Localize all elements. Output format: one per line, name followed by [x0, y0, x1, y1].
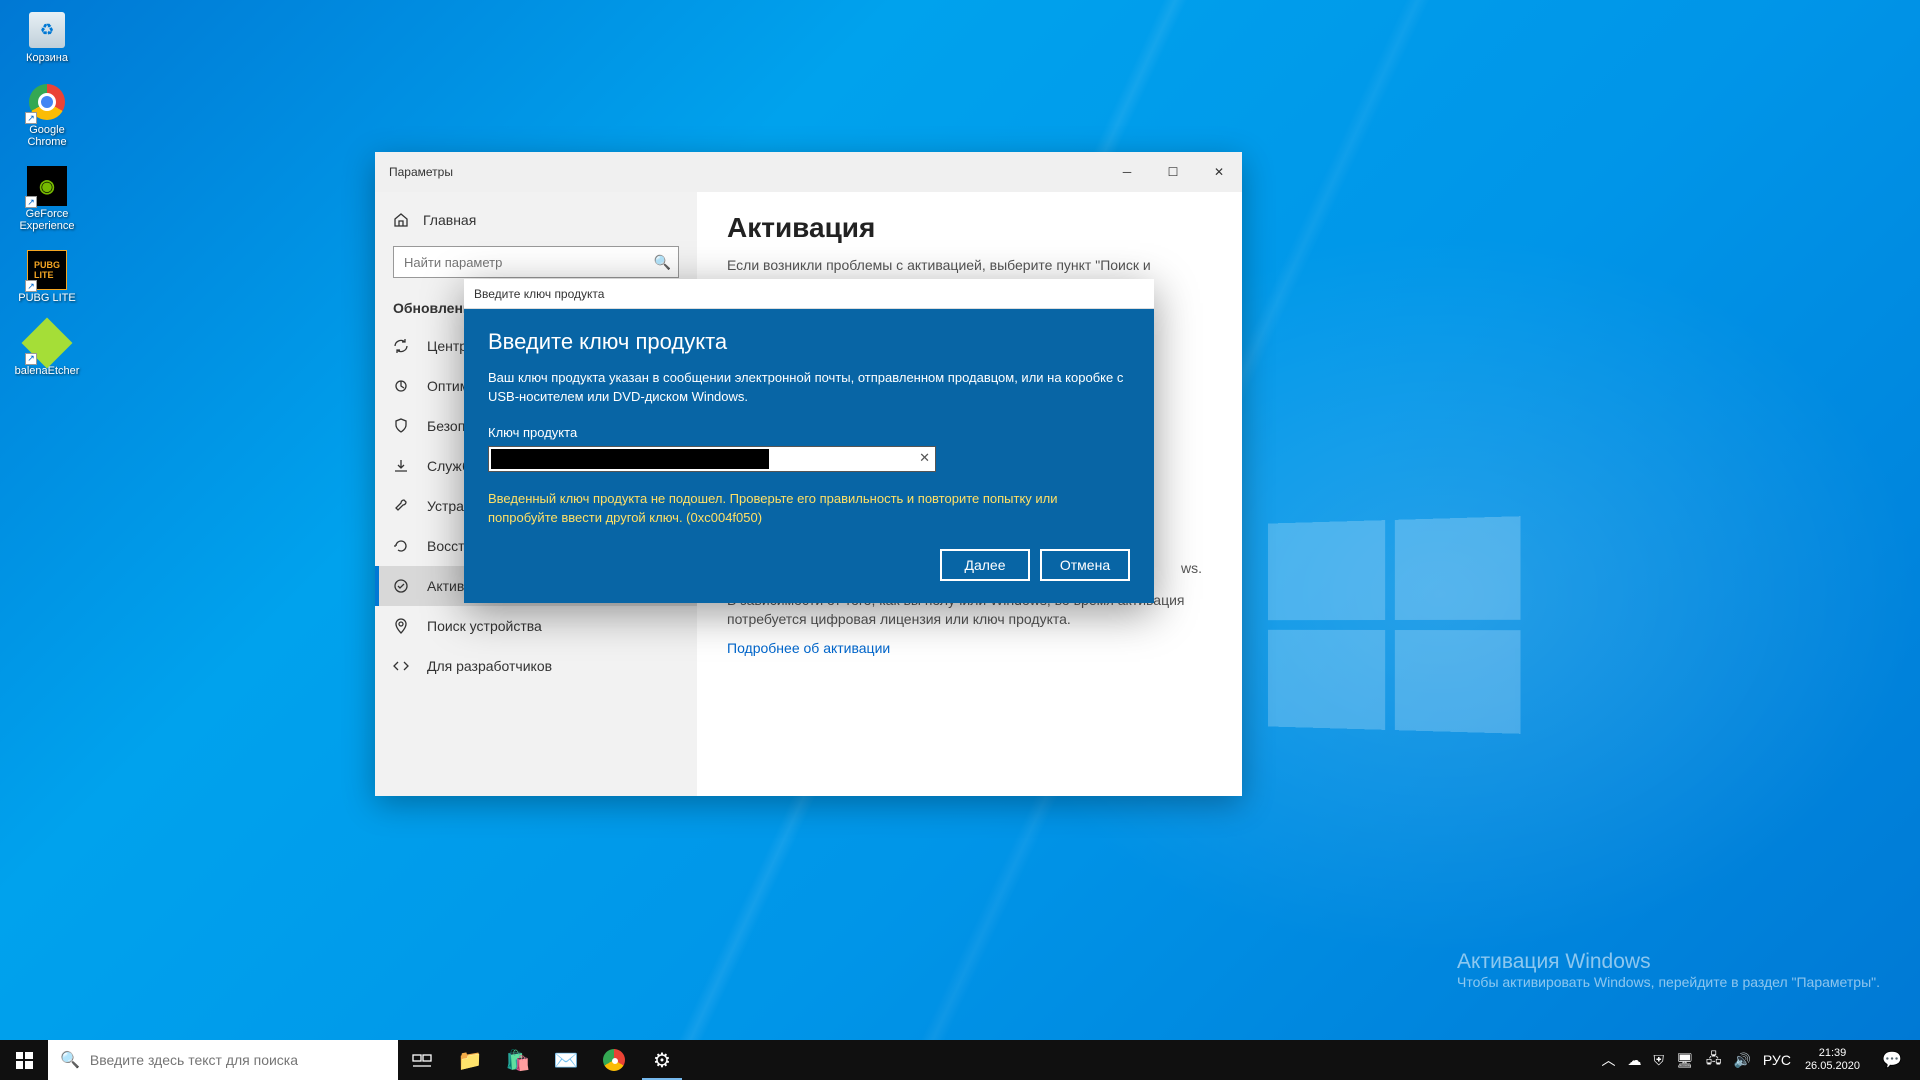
- notification-icon: 💬: [1882, 1050, 1902, 1070]
- taskbar-search[interactable]: 🔍: [48, 1040, 398, 1080]
- gear-icon: ⚙: [653, 1048, 671, 1073]
- shortcut-arrow-icon: ↗: [25, 196, 37, 208]
- recycle-bin-icon: [29, 12, 65, 48]
- content-heading: Активация: [727, 212, 1212, 244]
- shield-icon: [393, 418, 409, 434]
- nav-label: Поиск устройства: [427, 618, 542, 634]
- store-icon: 🛍️: [506, 1048, 531, 1073]
- taskbar-store[interactable]: 🛍️: [494, 1040, 542, 1080]
- taskbar-search-input[interactable]: [90, 1052, 386, 1068]
- dialog-heading: Введите ключ продукта: [488, 329, 1130, 355]
- redacted-key: [491, 449, 769, 469]
- windows-icon: [16, 1052, 33, 1069]
- sidebar-home[interactable]: Главная: [375, 202, 697, 238]
- shortcut-arrow-icon: ↗: [25, 112, 37, 124]
- tray-language[interactable]: РУС: [1757, 1040, 1797, 1080]
- location-icon: [393, 618, 409, 634]
- sidebar-item-developers[interactable]: Для разработчиков: [375, 646, 697, 686]
- code-icon: [393, 658, 409, 674]
- shield-icon: ⛨: [1654, 1052, 1665, 1069]
- shortcut-arrow-icon: ↗: [25, 353, 37, 365]
- recovery-icon: [393, 538, 409, 554]
- watermark-title: Активация Windows: [1457, 950, 1880, 974]
- taskbar: 🔍 📁 🛍️ ✉️ ⚙ ︿ ☁ ⛨ 🖥 🖧 🔊 РУС 21:39 26.05.…: [0, 1040, 1920, 1080]
- clock-date: 26.05.2020: [1805, 1060, 1860, 1073]
- tray-network[interactable]: 🖧: [1700, 1040, 1728, 1080]
- search-icon: 🔍: [654, 254, 671, 271]
- watermark-subtitle: Чтобы активировать Windows, перейдите в …: [1457, 974, 1880, 990]
- icon-label: GeForce Experience: [10, 208, 84, 232]
- language-indicator: РУС: [1763, 1052, 1791, 1068]
- network-icon: 🖧: [1706, 1048, 1722, 1072]
- dialog-titlebar[interactable]: Введите ключ продукта: [464, 279, 1154, 309]
- next-button[interactable]: Далее: [940, 549, 1030, 581]
- desktop-icon-recycle-bin[interactable]: Корзина: [10, 10, 84, 64]
- system-tray: ︿ ☁ ⛨ 🖥 🖧 🔊 РУС 21:39 26.05.2020 💬: [1596, 1040, 1920, 1080]
- home-icon: [393, 212, 409, 228]
- wrench-icon: [393, 498, 409, 514]
- nav-label: Для разработчиков: [427, 658, 552, 674]
- dialog-body-text: Ваш ключ продукта указан в сообщении эле…: [488, 369, 1130, 407]
- volume-icon: 🔊: [1733, 1052, 1750, 1069]
- activation-watermark: Активация Windows Чтобы активировать Win…: [1457, 950, 1880, 990]
- desktop-icons: Корзина ↗ Google Chrome ◉↗ GeForce Exper…: [10, 10, 84, 377]
- product-key-dialog: Введите ключ продукта Введите ключ проду…: [464, 279, 1154, 603]
- tray-volume[interactable]: 🔊: [1727, 1040, 1756, 1080]
- desktop-icon-chrome[interactable]: ↗ Google Chrome: [10, 82, 84, 148]
- tray-clock[interactable]: 21:39 26.05.2020: [1797, 1047, 1868, 1073]
- chevron-up-icon: ︿: [1602, 1050, 1616, 1070]
- sidebar-home-label: Главная: [423, 212, 476, 228]
- task-view-button[interactable]: [398, 1040, 446, 1080]
- start-button[interactable]: [0, 1040, 48, 1080]
- tray-chevron[interactable]: ︿: [1596, 1040, 1622, 1080]
- content-paragraph: Если возникли проблемы с активацией, выб…: [727, 256, 1212, 276]
- maximize-button[interactable]: ☐: [1150, 152, 1196, 192]
- minimize-button[interactable]: ─: [1104, 152, 1150, 192]
- close-button[interactable]: ✕: [1196, 152, 1242, 192]
- taskbar-explorer[interactable]: 📁: [446, 1040, 494, 1080]
- partial-text: ws.: [1181, 560, 1202, 576]
- product-key-label: Ключ продукта: [488, 425, 1130, 440]
- task-view-icon: [412, 1052, 432, 1068]
- action-center-button[interactable]: 💬: [1868, 1040, 1916, 1080]
- window-title: Параметры: [389, 165, 453, 179]
- taskbar-settings[interactable]: ⚙: [638, 1040, 686, 1080]
- icon-label: Google Chrome: [10, 124, 84, 148]
- settings-search[interactable]: 🔍: [393, 246, 679, 278]
- desktop-icon-pubg[interactable]: PUBGLITE↗ PUBG LITE: [10, 250, 84, 304]
- desktop-icon-etcher[interactable]: ↗ balenaEtcher: [10, 323, 84, 377]
- titlebar[interactable]: Параметры ─ ☐ ✕: [375, 152, 1242, 192]
- icon-label: Корзина: [26, 52, 68, 64]
- learn-more-link[interactable]: Подробнее об активации: [727, 640, 890, 656]
- search-icon: 🔍: [60, 1050, 80, 1070]
- error-message: Введенный ключ продукта не подошел. Пров…: [488, 490, 1130, 528]
- backup-icon: [393, 458, 409, 474]
- folder-icon: 📁: [458, 1048, 483, 1073]
- settings-search-input[interactable]: [393, 246, 679, 278]
- delivery-icon: [393, 378, 409, 394]
- windows-logo-wallpaper: [1268, 516, 1521, 734]
- taskbar-chrome[interactable]: [590, 1040, 638, 1080]
- mail-icon: ✉️: [554, 1048, 579, 1073]
- clock-time: 21:39: [1819, 1047, 1847, 1060]
- clear-input-button[interactable]: ✕: [919, 450, 930, 466]
- chrome-icon: [603, 1049, 625, 1071]
- icon-label: PUBG LITE: [18, 292, 75, 304]
- tray-onedrive[interactable]: ☁: [1622, 1040, 1648, 1080]
- sync-icon: [393, 338, 409, 354]
- usb-icon: 🖥: [1676, 1052, 1694, 1069]
- check-circle-icon: [393, 578, 409, 594]
- desktop-icon-geforce[interactable]: ◉↗ GeForce Experience: [10, 166, 84, 232]
- cancel-button[interactable]: Отмена: [1040, 549, 1130, 581]
- shortcut-arrow-icon: ↗: [25, 280, 37, 292]
- tray-usb[interactable]: 🖥: [1670, 1040, 1700, 1080]
- tray-security[interactable]: ⛨: [1648, 1040, 1671, 1080]
- sidebar-item-find-device[interactable]: Поиск устройства: [375, 606, 697, 646]
- cloud-icon: ☁: [1628, 1052, 1642, 1069]
- taskbar-mail[interactable]: ✉️: [542, 1040, 590, 1080]
